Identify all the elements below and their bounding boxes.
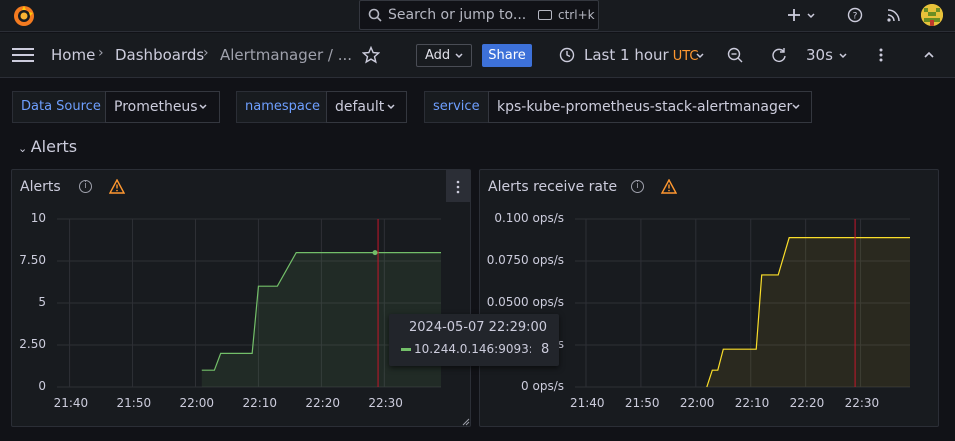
series-area: [706, 237, 910, 387]
chart-plot-2[interactable]: [0, 0, 955, 441]
tooltip-time: 2024-05-07 22:29:00: [409, 320, 548, 335]
tooltip-series-value: 8: [541, 342, 550, 357]
tooltip-series-name: 10.244.0.146:9093:: [414, 342, 531, 356]
series-color-swatch: [401, 348, 411, 351]
graph-tooltip: 2024-05-07 22:29:00 10.244.0.146:9093: 8: [389, 314, 559, 366]
